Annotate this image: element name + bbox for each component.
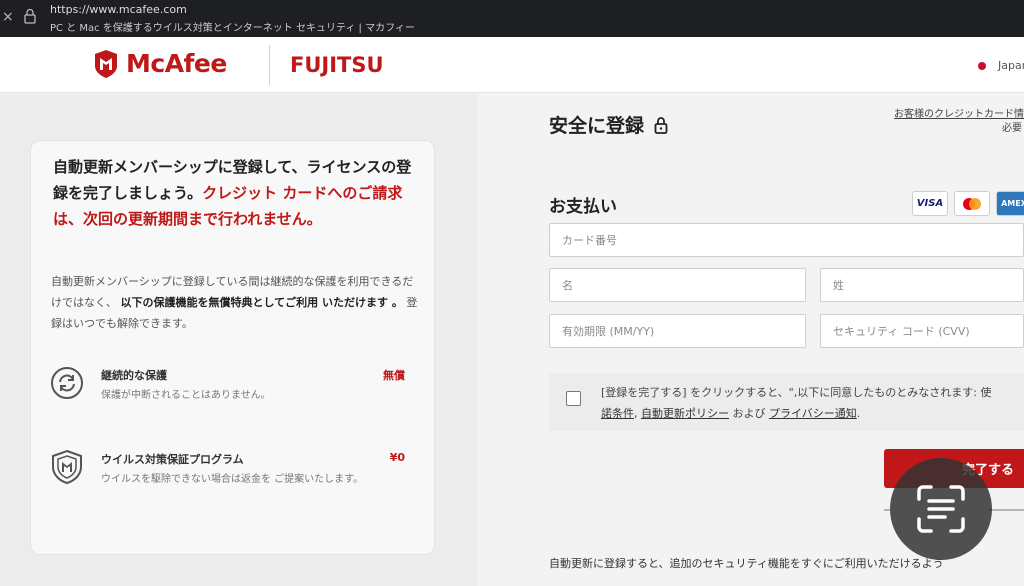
- terms-box: [登録を完了する] をクリックすると、",以下に同意したものとみなされます: 使…: [549, 373, 1024, 431]
- cc-link-line1: お客様のクレジットカード情: [894, 109, 1024, 120]
- mastercard-icon: [954, 191, 990, 216]
- browser-topbar: × https://www.mcafee.com PC と Mac を保護するウ…: [0, 0, 1024, 37]
- benefit-title: ウイルス対策保証プログラム: [101, 453, 244, 466]
- benefit-subtitle: ウイルスを駆除できない場合は返金を ご提案いたします。: [101, 474, 364, 485]
- credit-card-info-link[interactable]: お客様のクレジットカード情 必要: [893, 108, 1024, 136]
- lock-icon: [654, 116, 668, 134]
- form-title-text: 安全に登録: [549, 115, 645, 137]
- site-header: McAfee FUJITSU Japan: [0, 37, 1024, 93]
- mcafee-logo[interactable]: McAfee: [92, 49, 227, 78]
- lock-icon: [24, 8, 36, 24]
- auto-renewal-policy-link[interactable]: 自動更新ポリシー: [641, 407, 729, 420]
- last-name-input[interactable]: [820, 268, 1024, 302]
- terms-end: .: [856, 407, 861, 420]
- benefit-virus-guarantee: ウイルス対策保証プログラム ウイルスを駆除できない場合は返金を ご提案いたします…: [49, 449, 421, 499]
- terms-and: および: [729, 407, 769, 420]
- promo-card: 自動更新メンバーシップに登録して、ライセンスの登録を完了しましょう。クレジット …: [30, 140, 435, 555]
- fujitsu-logo: FUJITSU: [290, 53, 384, 77]
- close-tab-icon[interactable]: ×: [2, 9, 14, 25]
- language-selector[interactable]: Japan: [978, 59, 1024, 72]
- sync-icon: [51, 367, 83, 399]
- language-label: Japan: [998, 59, 1024, 72]
- shield-icon: [52, 449, 82, 485]
- promo-description: 自動更新メンバーシップに登録している間は継続的な保護を利用できるだけではなく、 …: [51, 271, 421, 334]
- expiry-input[interactable]: [549, 314, 806, 348]
- promo-desc-bold: 以下の保護機能を無償特典としてご利用 いただけます 。: [120, 296, 403, 309]
- card-number-input[interactable]: [549, 223, 1024, 257]
- accepted-cards: VISA AMEX: [912, 191, 1024, 216]
- page-title: PC と Mac を保護するウイルス対策とインターネット セキュリティ | マカ…: [50, 23, 415, 34]
- privacy-notice-link[interactable]: プライバシー通知: [769, 407, 857, 420]
- benefit-title: 継続的な保護: [101, 369, 167, 382]
- japan-flag-icon: [978, 61, 986, 70]
- text-scan-button[interactable]: [890, 458, 992, 560]
- form-title: 安全に登録: [549, 111, 668, 138]
- license-terms-link[interactable]: 諾条件: [601, 407, 634, 420]
- cvv-input[interactable]: [820, 314, 1024, 348]
- mcafee-shield-icon: [95, 49, 117, 78]
- cc-link-line2: 必要: [1002, 123, 1022, 134]
- address-url[interactable]: https://www.mcafee.com: [50, 3, 187, 16]
- visa-icon: VISA: [912, 191, 948, 216]
- terms-text: [登録を完了する] をクリックすると、",以下に同意したものとみなされます: 使…: [601, 386, 992, 420]
- terms-checkbox[interactable]: [566, 391, 581, 406]
- benefit-price: ¥0: [389, 451, 405, 464]
- amex-icon: AMEX: [996, 191, 1024, 216]
- benefit-subtitle: 保護が中断されることはありません。: [101, 390, 271, 401]
- benefit-continuous-protection: 継続的な保護 保護が中断されることはありません。 無償: [49, 365, 421, 415]
- first-name-input[interactable]: [549, 268, 806, 302]
- benefit-price: 無償: [383, 369, 405, 382]
- brand-name: McAfee: [126, 49, 227, 78]
- scan-text-icon: [917, 485, 965, 533]
- logo-divider: [269, 45, 270, 85]
- terms-line1: [登録を完了する] をクリックすると、",以下に同意したものとみなされます: 使: [601, 386, 992, 399]
- payment-heading: お支払い: [549, 197, 617, 217]
- promo-heading: 自動更新メンバーシップに登録して、ライセンスの登録を完了しましょう。クレジット …: [53, 154, 423, 232]
